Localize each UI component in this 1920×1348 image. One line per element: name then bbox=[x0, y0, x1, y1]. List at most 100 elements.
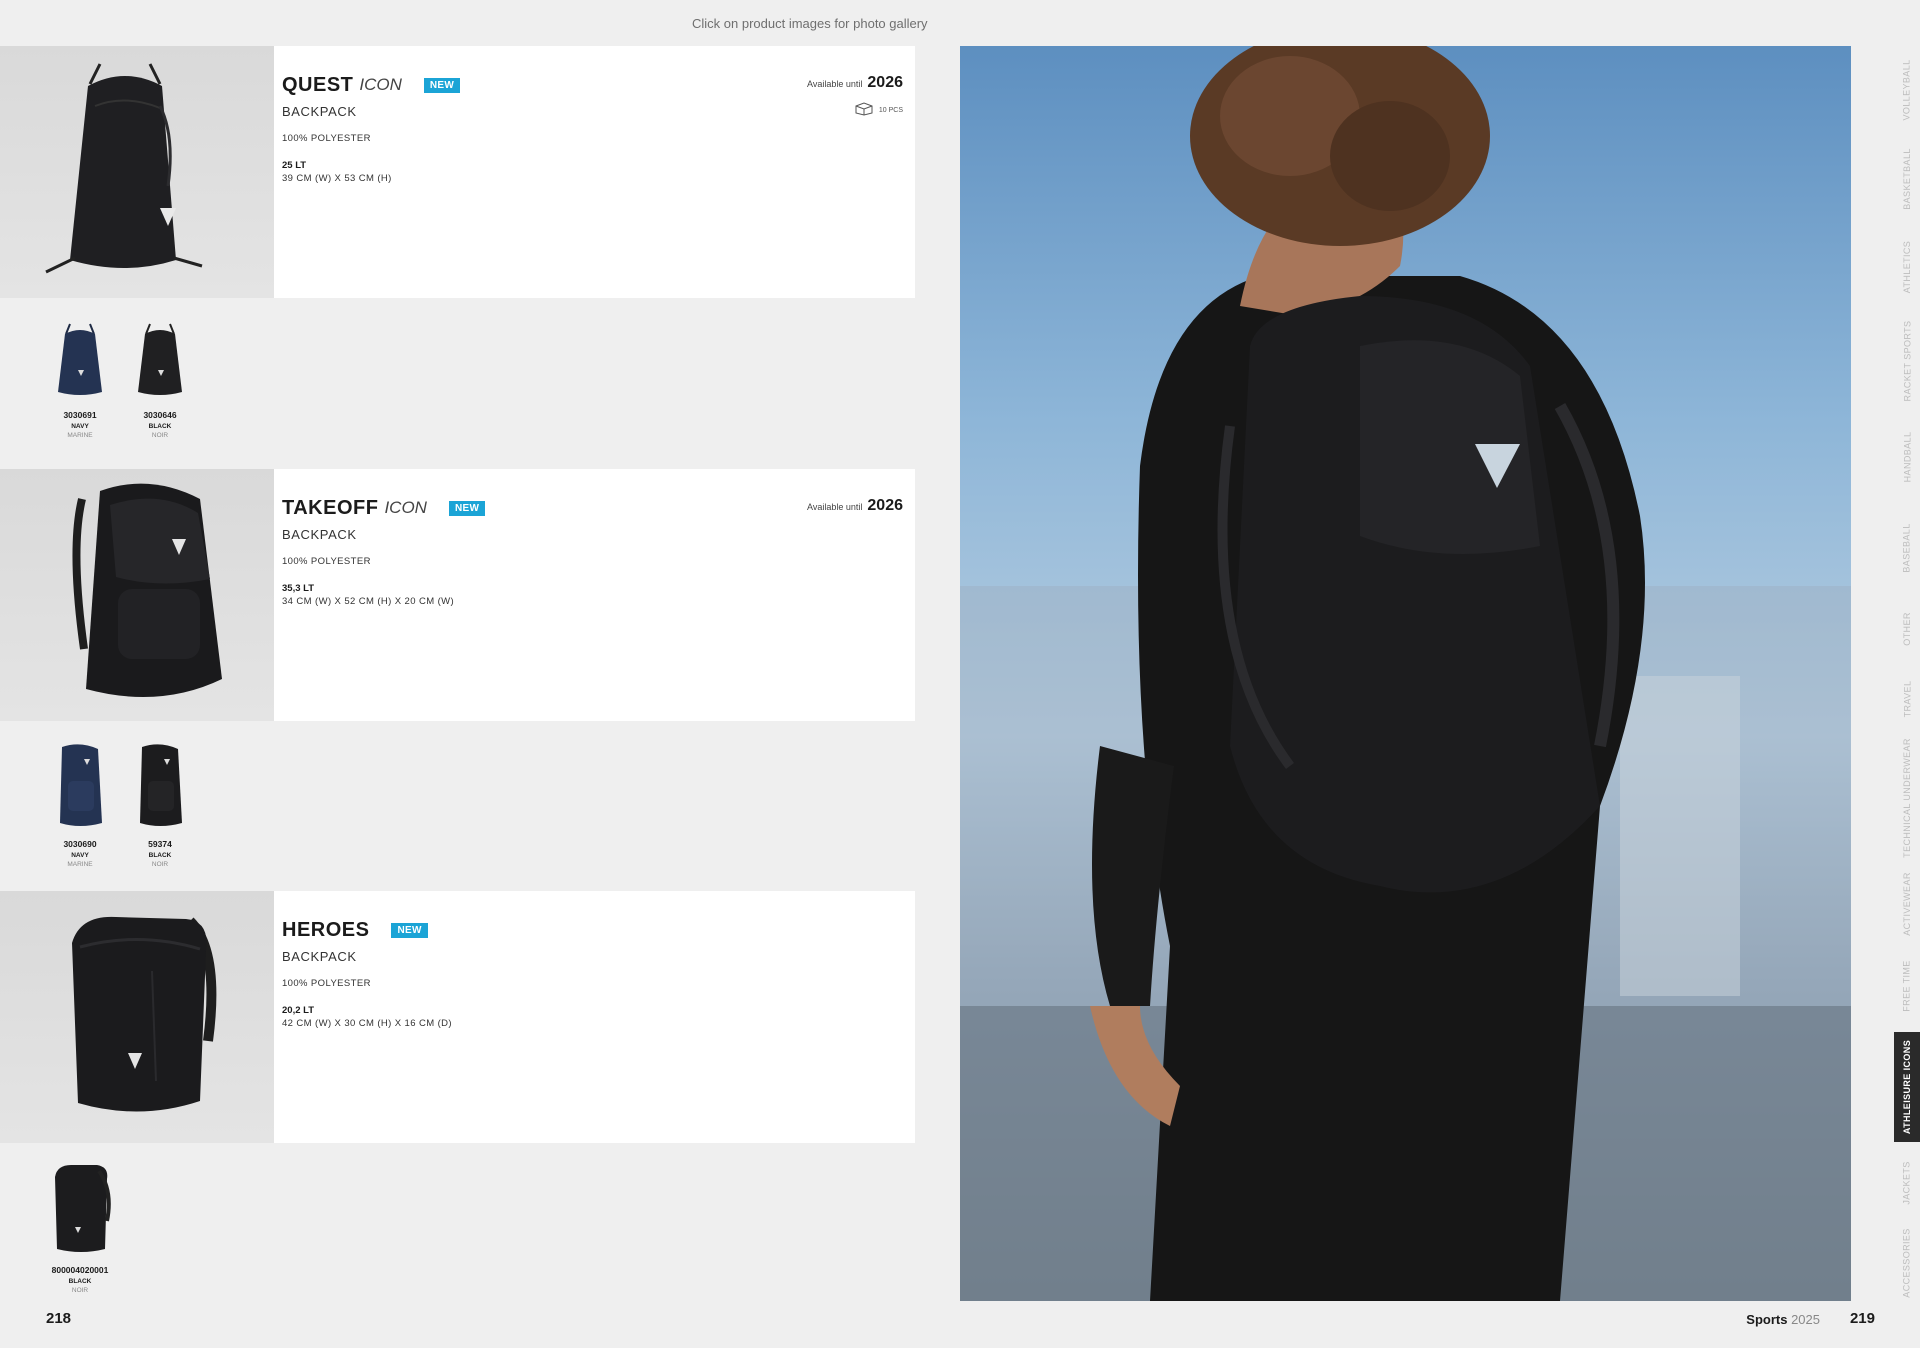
product-dimensions: 42 CM (W) X 30 CM (H) X 16 CM (D) bbox=[282, 1018, 452, 1029]
product-image[interactable] bbox=[0, 469, 274, 721]
variant-color: NAVY bbox=[71, 852, 89, 859]
variant-code: 3030646 bbox=[143, 410, 177, 420]
variant-color: BLACK bbox=[148, 852, 172, 859]
nav-tab-free-time[interactable]: FREE TIME bbox=[1894, 946, 1920, 1026]
product-info: HEROES NEW BACKPACK 100% POLYESTER 20,2 … bbox=[282, 917, 903, 1030]
product-category: BACKPACK bbox=[282, 527, 357, 542]
variant-color: BLACK bbox=[68, 1278, 92, 1285]
nav-tab-volleyball[interactable]: VOLLEYBALL bbox=[1894, 46, 1920, 134]
variant-color-fr: NOIR bbox=[151, 861, 169, 868]
availability-label: Available until bbox=[807, 502, 863, 512]
variant-color-fr: NOIR bbox=[71, 1287, 89, 1294]
product-info: QUEST ICON NEW BACKPACK 100% POLYESTER 2… bbox=[282, 72, 903, 185]
product-card: HEROES NEW BACKPACK 100% POLYESTER 20,2 … bbox=[0, 891, 915, 1143]
variant-item[interactable]: 3030690 NAVY MARINE bbox=[40, 741, 120, 868]
category-side-nav: VOLLEYBALL BASKETBALL ATHLETICS RACKET S… bbox=[1894, 46, 1920, 1301]
variant-code: 800004020001 bbox=[51, 1265, 109, 1275]
nav-tab-travel[interactable]: TRAVEL bbox=[1894, 664, 1920, 734]
variant-list: 800004020001 BLACK NOIR bbox=[0, 1143, 400, 1313]
variant-code: 59374 bbox=[148, 839, 172, 849]
footer-brand-name: Sports bbox=[1746, 1312, 1788, 1327]
product-category: BACKPACK bbox=[282, 949, 357, 964]
variant-image bbox=[140, 744, 182, 826]
product-line: ICON bbox=[359, 75, 402, 94]
variant-item[interactable]: 59374 BLACK NOIR bbox=[120, 741, 200, 868]
variant-color-fr: NOIR bbox=[151, 432, 169, 439]
product-volume: 20,2 LT bbox=[282, 1005, 315, 1016]
product-card: TAKEOFF ICON NEW BACKPACK 100% POLYESTER… bbox=[0, 469, 915, 721]
availability: Available until 2026 bbox=[807, 74, 903, 92]
lifestyle-photo[interactable] bbox=[960, 46, 1851, 1301]
gallery-hint: Click on product images for photo galler… bbox=[692, 16, 928, 31]
variant-item[interactable]: 3030646 BLACK NOIR bbox=[120, 318, 200, 439]
nav-tab-label: BASKETBALL bbox=[1902, 148, 1912, 210]
product-material: 100% POLYESTER bbox=[282, 133, 371, 144]
nav-tab-activewear[interactable]: ACTIVEWEAR bbox=[1894, 862, 1920, 946]
product-image[interactable] bbox=[0, 891, 274, 1143]
product-info: TAKEOFF ICON NEW BACKPACK 100% POLYESTER… bbox=[282, 495, 903, 608]
nav-tab-label: OTHER bbox=[1902, 612, 1912, 646]
product-name: TAKEOFF bbox=[282, 496, 379, 519]
product-line: ICON bbox=[384, 498, 427, 517]
variant-list: 3030691 NAVY MARINE 3030646 BLACK NOIR bbox=[0, 298, 400, 468]
new-badge: NEW bbox=[448, 500, 486, 516]
variant-item[interactable]: 800004020001 BLACK NOIR bbox=[40, 1161, 120, 1294]
product-image[interactable] bbox=[0, 46, 274, 298]
variant-list: 3030690 NAVY MARINE 59374 BLACK NOIR bbox=[0, 721, 400, 891]
nav-tab-label: FREE TIME bbox=[1902, 960, 1913, 1012]
nav-tab-accessories[interactable]: ACCESSORIES bbox=[1894, 1224, 1920, 1301]
variant-image bbox=[138, 323, 182, 395]
product-name: HEROES bbox=[282, 918, 370, 941]
variant-color: NAVY bbox=[71, 423, 89, 430]
nav-tab-technical-underwear[interactable]: TECHNICAL UNDERWEAR bbox=[1894, 734, 1920, 862]
box-icon bbox=[855, 102, 873, 118]
footer-brand: Sports 2025 bbox=[1746, 1312, 1820, 1327]
product-volume: 25 LT bbox=[282, 160, 307, 171]
nav-tab-racket-sports[interactable]: RACKET SPORTS bbox=[1894, 310, 1920, 412]
product-volume: 35,3 LT bbox=[282, 583, 315, 594]
variant-color: BLACK bbox=[148, 423, 172, 430]
product-dimensions: 34 CM (W) X 52 CM (H) X 20 CM (W) bbox=[282, 596, 455, 607]
nav-tab-label: RACKET SPORTS bbox=[1902, 320, 1913, 402]
product-material: 100% POLYESTER bbox=[282, 978, 371, 989]
product-card: QUEST ICON NEW BACKPACK 100% POLYESTER 2… bbox=[0, 46, 915, 298]
nav-tab-label: TECHNICAL UNDERWEAR bbox=[1902, 738, 1912, 858]
variant-image bbox=[55, 1165, 111, 1252]
nav-tab-label: ATHLEISURE ICONS bbox=[1902, 1039, 1912, 1135]
nav-tab-label: VOLLEYBALL bbox=[1902, 59, 1913, 121]
nav-tab-baseball[interactable]: BASEBALL bbox=[1894, 502, 1920, 594]
nav-tab-label: HANDBALL bbox=[1902, 431, 1912, 483]
nav-tab-label: BASEBALL bbox=[1902, 523, 1913, 573]
product-category: BACKPACK bbox=[282, 104, 357, 119]
nav-tab-other[interactable]: OTHER bbox=[1894, 594, 1920, 664]
availability-label: Available until bbox=[807, 79, 863, 89]
nav-tab-label: ACCESSORIES bbox=[1902, 1227, 1913, 1298]
variant-image bbox=[60, 744, 102, 826]
nav-tab-label: JACKETS bbox=[1902, 1161, 1912, 1205]
variant-image bbox=[58, 323, 102, 395]
nav-tab-jackets[interactable]: JACKETS bbox=[1894, 1142, 1920, 1224]
variant-code: 3030690 bbox=[63, 839, 97, 849]
pack-info: 10 PCS bbox=[855, 102, 903, 118]
nav-tab-label: TRAVEL bbox=[1902, 680, 1912, 718]
variant-code: 3030691 bbox=[63, 410, 97, 420]
availability: Available until 2026 bbox=[807, 497, 903, 515]
availability-year: 2026 bbox=[867, 74, 903, 91]
page-number-right: 219 bbox=[1849, 1310, 1875, 1327]
nav-tab-athleisure-icons[interactable]: ATHLEISURE ICONS bbox=[1894, 1032, 1920, 1142]
variant-item[interactable]: 3030691 NAVY MARINE bbox=[40, 318, 120, 439]
nav-tab-label: ACTIVEWEAR bbox=[1902, 872, 1913, 936]
product-dimensions: 39 CM (W) X 53 CM (H) bbox=[282, 173, 392, 184]
nav-tab-basketball[interactable]: BASKETBALL bbox=[1894, 134, 1920, 224]
pack-quantity: 10 PCS bbox=[878, 106, 903, 114]
variant-color-fr: MARINE bbox=[67, 432, 93, 439]
new-badge: NEW bbox=[391, 922, 428, 938]
nav-tab-athletics[interactable]: ATHLETICS bbox=[1894, 224, 1920, 310]
nav-tab-handball[interactable]: HANDBALL bbox=[1894, 412, 1920, 502]
availability-year: 2026 bbox=[867, 497, 903, 514]
nav-tab-label: ATHLETICS bbox=[1902, 240, 1913, 294]
variant-color-fr: MARINE bbox=[67, 861, 93, 868]
footer-year: 2025 bbox=[1791, 1312, 1820, 1327]
product-material: 100% POLYESTER bbox=[282, 556, 371, 567]
product-name: QUEST bbox=[282, 73, 354, 96]
